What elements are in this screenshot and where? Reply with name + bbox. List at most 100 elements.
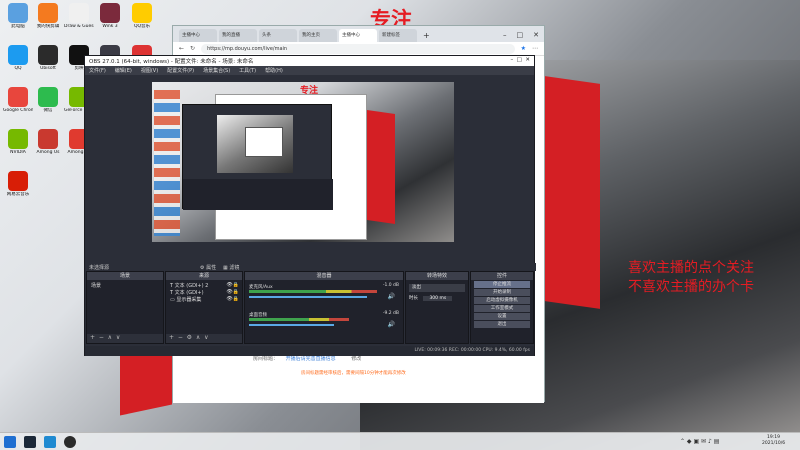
menu-view[interactable]: 视图(V) (141, 67, 158, 74)
star-icon[interactable]: ★ (521, 45, 526, 52)
desktop-icon[interactable]: Draw & Guess (64, 3, 94, 30)
scene-item[interactable]: 场景 (87, 282, 163, 289)
properties-button[interactable]: ⚙ 属性 (200, 264, 216, 271)
tray-icons[interactable]: ⌃ ◆ ▣ ✉ ♪ ▤ (680, 438, 719, 445)
sources-panel: 来源 T 文本 (GDI+) 2 👁🔒 T 文本 (GDI+) 👁🔒 ▭ 显示器采集… (165, 271, 243, 344)
obs-preview[interactable]: 专注 (152, 82, 454, 242)
preview-icon-column (154, 90, 180, 236)
desktop-icon-label: 我的快剪辑 (36, 24, 60, 29)
desktop-icon-label: 此电脑 (11, 24, 25, 29)
volume-slider[interactable] (249, 324, 334, 326)
scenes-footer[interactable]: + − ∧ ∨ (87, 334, 163, 343)
notice-edit-link[interactable]: 修改 (351, 356, 361, 362)
desktop-icon[interactable]: 微信 (33, 87, 63, 114)
app-icon (100, 3, 120, 23)
transitions-header: 转场特效 (406, 272, 468, 280)
app-icon (8, 87, 28, 107)
desktop-icon[interactable]: QQ音乐 (127, 3, 157, 30)
app-icon (38, 87, 58, 107)
controls-header: 控件 (471, 272, 533, 280)
virtual-camera-button[interactable]: 启动虚拟摄像机 (474, 297, 530, 304)
desktop-icon[interactable]: Ubisoft (33, 45, 63, 72)
desktop-icon[interactable]: NVIDIA (3, 129, 33, 156)
desktop-icon[interactable]: 此电脑 (3, 3, 33, 30)
browser-tab[interactable]: 头条 (259, 29, 297, 42)
obs-menubar: 文件(F) 编辑(E) 视图(V) 配置文件(P) 场景集合(S) 工具(T) … (85, 66, 534, 75)
maximize-icon[interactable]: □ (512, 31, 529, 42)
refresh-icon[interactable]: ↻ (190, 45, 195, 52)
desktop-icon[interactable]: 网易云音乐 (3, 171, 33, 198)
minimize-icon[interactable]: – (498, 31, 512, 42)
sources-header: 来源 (166, 272, 242, 280)
obs-title: OBS 27.0.1 (64-bit, windows) - 配置文件: 未命名… (89, 59, 254, 65)
transition-select[interactable]: 淡出 (409, 284, 465, 292)
filters-button[interactable]: ▦ 滤镜 (223, 264, 239, 271)
desktop-icon[interactable]: 我的快剪辑 (33, 3, 63, 30)
stop-streaming-button[interactable]: 停止推流 (474, 281, 530, 288)
clock[interactable]: 19:19 2021/10/6 (762, 435, 785, 447)
address-bar[interactable]: https://mp.douyu.com/live/main (201, 43, 515, 54)
menu-profile[interactable]: 配置文件(P) (167, 67, 194, 74)
app-icon (38, 45, 58, 65)
no-source-label: 未选择源 (89, 265, 110, 271)
desktop-icon[interactable]: Google Chrome (3, 87, 33, 114)
source-item[interactable]: T 文本 (GDI+) 2 👁🔒 (166, 282, 242, 289)
notice-label: 房间标题： (253, 356, 279, 362)
steam-taskbar-icon[interactable] (24, 436, 36, 448)
taskbar: ⌃ ◆ ▣ ✉ ♪ ▤ 19:19 2021/10/6 (0, 432, 800, 450)
source-item[interactable]: T 文本 (GDI+) 👁🔒 (166, 289, 242, 296)
app-icon (38, 129, 58, 149)
browser-tab[interactable]: 新建标签 (379, 29, 417, 42)
mixer-track-db: -1.0 dB (382, 283, 399, 288)
studio-mode-button[interactable]: 工作室模式 (474, 305, 530, 312)
desktop-icon[interactable]: Among Us (33, 129, 63, 156)
menu-edit[interactable]: 编辑(E) (115, 67, 132, 74)
app-icon (8, 3, 28, 23)
edge-taskbar-icon[interactable] (44, 436, 56, 448)
new-tab-icon[interactable]: + (419, 31, 434, 42)
obs-taskbar-icon[interactable] (64, 436, 76, 448)
wallpaper-side-text-1: 喜欢主播的点个关注 (628, 260, 754, 276)
source-toolbar: 未选择源 ⚙ 属性 ▦ 滤镜 (85, 263, 536, 271)
eye-icon: 👁🔒 (226, 289, 239, 295)
app-icon (8, 171, 28, 191)
browser-tab[interactable]: 我的主页 (299, 29, 337, 42)
close-icon[interactable]: ✕ (528, 31, 544, 42)
volume-slider[interactable] (249, 296, 367, 298)
desktop-icon-label: Ubisoft (40, 66, 56, 71)
transition-duration[interactable]: 时长 300 ms (409, 295, 465, 303)
menu-scene-collection[interactable]: 场景集合(S) (203, 67, 230, 74)
speaker-icon[interactable]: 🔊 (388, 293, 395, 300)
browser-tab[interactable]: 主播中心 (179, 29, 217, 42)
obs-window-controls[interactable]: – □ ✕ (510, 57, 530, 65)
mixer-track-mic: 麦克风/Aux -1.0 dB 🔊 (249, 283, 401, 305)
app-icon (8, 45, 28, 65)
sources-footer[interactable]: + − ⚙ ∧ ∨ (166, 334, 242, 343)
speaker-icon[interactable]: 🔊 (388, 321, 395, 328)
desktop-icon-label: 微信 (43, 108, 53, 113)
menu-help[interactable]: 帮助(H) (265, 67, 283, 74)
desktop-icon-label: Among Us (36, 150, 60, 155)
start-icon[interactable] (4, 436, 16, 448)
browser-tab-active[interactable]: 主播中心 (339, 29, 377, 42)
menu-file[interactable]: 文件(F) (89, 67, 106, 74)
exit-button[interactable]: 退出 (474, 321, 530, 328)
menu-tools[interactable]: 工具(T) (239, 67, 256, 74)
browser-tab[interactable]: 我的直播 (219, 29, 257, 42)
transitions-panel: 转场特效 淡出 时长 300 ms (405, 271, 469, 344)
desktop-icon[interactable]: Wink 3 (95, 3, 125, 30)
back-icon[interactable]: ← (179, 45, 184, 52)
desktop-icon[interactable]: QQ (3, 45, 33, 72)
scenes-header: 场景 (87, 272, 163, 280)
desktop-icon-label: 网易云音乐 (6, 192, 30, 197)
app-icon (8, 129, 28, 149)
source-item[interactable]: ▭ 显示器采集 👁🔒 (166, 296, 242, 303)
mixer-track-db: -9.2 dB (382, 311, 399, 316)
desktop-icon-label: QQ (14, 66, 22, 71)
browser-toolbar: ← ↻ https://mp.douyu.com/live/main ★ ⋯ (173, 42, 544, 56)
menu-icon[interactable]: ⋯ (532, 45, 538, 52)
settings-button[interactable]: 设置 (474, 313, 530, 320)
notice-warning: 房间标题需经审核后，需要间隔10分钟才能再次修改 (301, 371, 406, 376)
obs-titlebar: OBS 27.0.1 (64-bit, windows) - 配置文件: 未命名… (85, 56, 534, 66)
start-recording-button[interactable]: 开始录制 (474, 289, 530, 296)
